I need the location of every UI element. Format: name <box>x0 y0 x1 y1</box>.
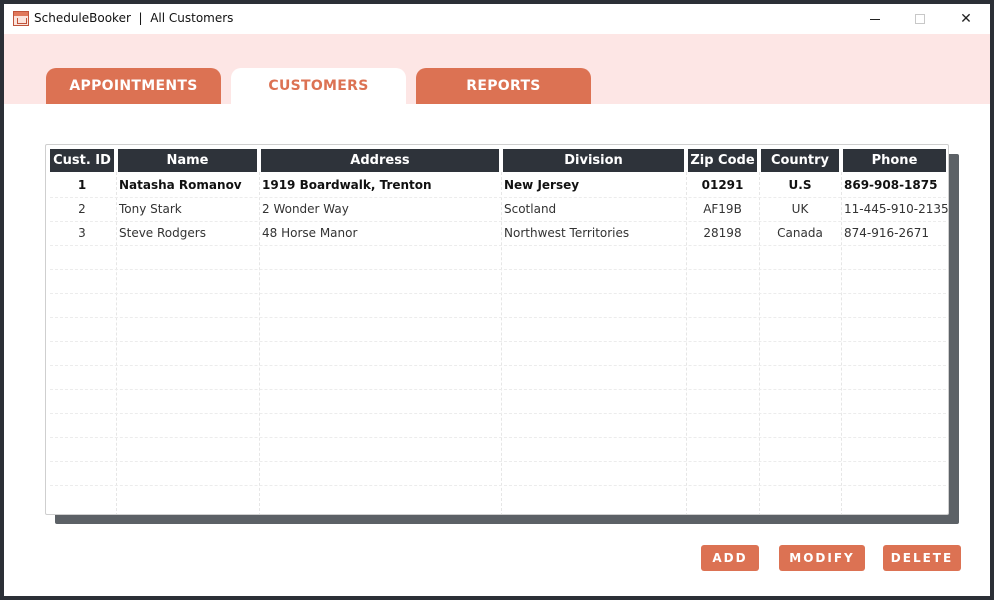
row-divider <box>50 269 946 270</box>
row-divider <box>50 317 946 318</box>
tab-bar: APPOINTMENTS CUSTOMERS REPORTS <box>4 34 990 104</box>
cell-division: Scotland <box>504 202 557 216</box>
column-divider <box>259 172 260 514</box>
column-header-address[interactable]: Address <box>261 149 499 172</box>
close-icon: ✕ <box>960 11 972 27</box>
column-divider <box>841 172 842 514</box>
column-divider <box>116 172 117 514</box>
cell-cust-id: 1 <box>77 178 87 192</box>
cell-zip-code: 28198 <box>703 226 742 240</box>
column-header-phone[interactable]: Phone <box>843 149 946 172</box>
title-bar: ScheduleBooker | All Customers ✕ <box>4 4 990 34</box>
maximize-icon <box>915 14 925 24</box>
cell-cust-id: 2 <box>78 202 86 216</box>
row-divider <box>50 341 946 342</box>
cell-country: U.S <box>788 178 812 192</box>
cell-name: Steve Rodgers <box>119 226 206 240</box>
column-divider <box>501 172 502 514</box>
minimize-icon <box>870 18 880 20</box>
row-divider <box>50 437 946 438</box>
calendar-app-icon <box>13 11 29 26</box>
modify-button[interactable]: MODIFY <box>779 545 865 571</box>
row-divider <box>50 461 946 462</box>
tab-appointments[interactable]: APPOINTMENTS <box>46 68 221 104</box>
column-divider <box>759 172 760 514</box>
maximize-button[interactable] <box>897 4 943 34</box>
cell-country: Canada <box>777 226 823 240</box>
row-divider <box>50 293 946 294</box>
cell-address: 2 Wonder Way <box>262 202 349 216</box>
cell-name: Natasha Romanov <box>119 178 242 192</box>
cell-address: 48 Horse Manor <box>262 226 358 240</box>
column-header-name[interactable]: Name <box>118 149 257 172</box>
column-header-country[interactable]: Country <box>761 149 839 172</box>
cell-zip-code: AF19B <box>703 202 742 216</box>
window-title: ScheduleBooker | All Customers <box>34 11 234 25</box>
customers-table[interactable]: Cust. ID Name Address Division Zip Code … <box>45 144 949 515</box>
tab-reports[interactable]: REPORTS <box>416 68 591 104</box>
row-divider <box>50 389 946 390</box>
row-divider <box>50 485 946 486</box>
column-divider <box>686 172 687 514</box>
minimize-button[interactable] <box>852 4 898 34</box>
cell-phone: 874-916-2671 <box>844 226 930 240</box>
close-button[interactable]: ✕ <box>943 4 989 34</box>
row-divider <box>50 365 946 366</box>
column-header-cust-id[interactable]: Cust. ID <box>50 149 114 172</box>
cell-zip-code: 01291 <box>701 178 744 192</box>
add-button[interactable]: ADD <box>701 545 759 571</box>
row-divider <box>50 413 946 414</box>
cell-division: New Jersey <box>504 178 580 192</box>
cell-name: Tony Stark <box>119 202 182 216</box>
column-header-division[interactable]: Division <box>503 149 684 172</box>
cell-division: Northwest Territories <box>504 226 630 240</box>
cell-cust-id: 3 <box>78 226 86 240</box>
delete-button[interactable]: DELETE <box>883 545 961 571</box>
cell-country: UK <box>791 202 809 216</box>
cell-phone: 869-908-1875 <box>844 178 938 192</box>
cell-address: 1919 Boardwalk, Trenton <box>262 178 432 192</box>
app-window: ScheduleBooker | All Customers ✕ APPOINT… <box>4 4 990 596</box>
column-header-zip-code[interactable]: Zip Code <box>688 149 757 172</box>
row-divider <box>50 245 946 246</box>
cell-phone: 11-445-910-2135 <box>844 202 949 216</box>
tab-customers[interactable]: CUSTOMERS <box>231 68 406 104</box>
